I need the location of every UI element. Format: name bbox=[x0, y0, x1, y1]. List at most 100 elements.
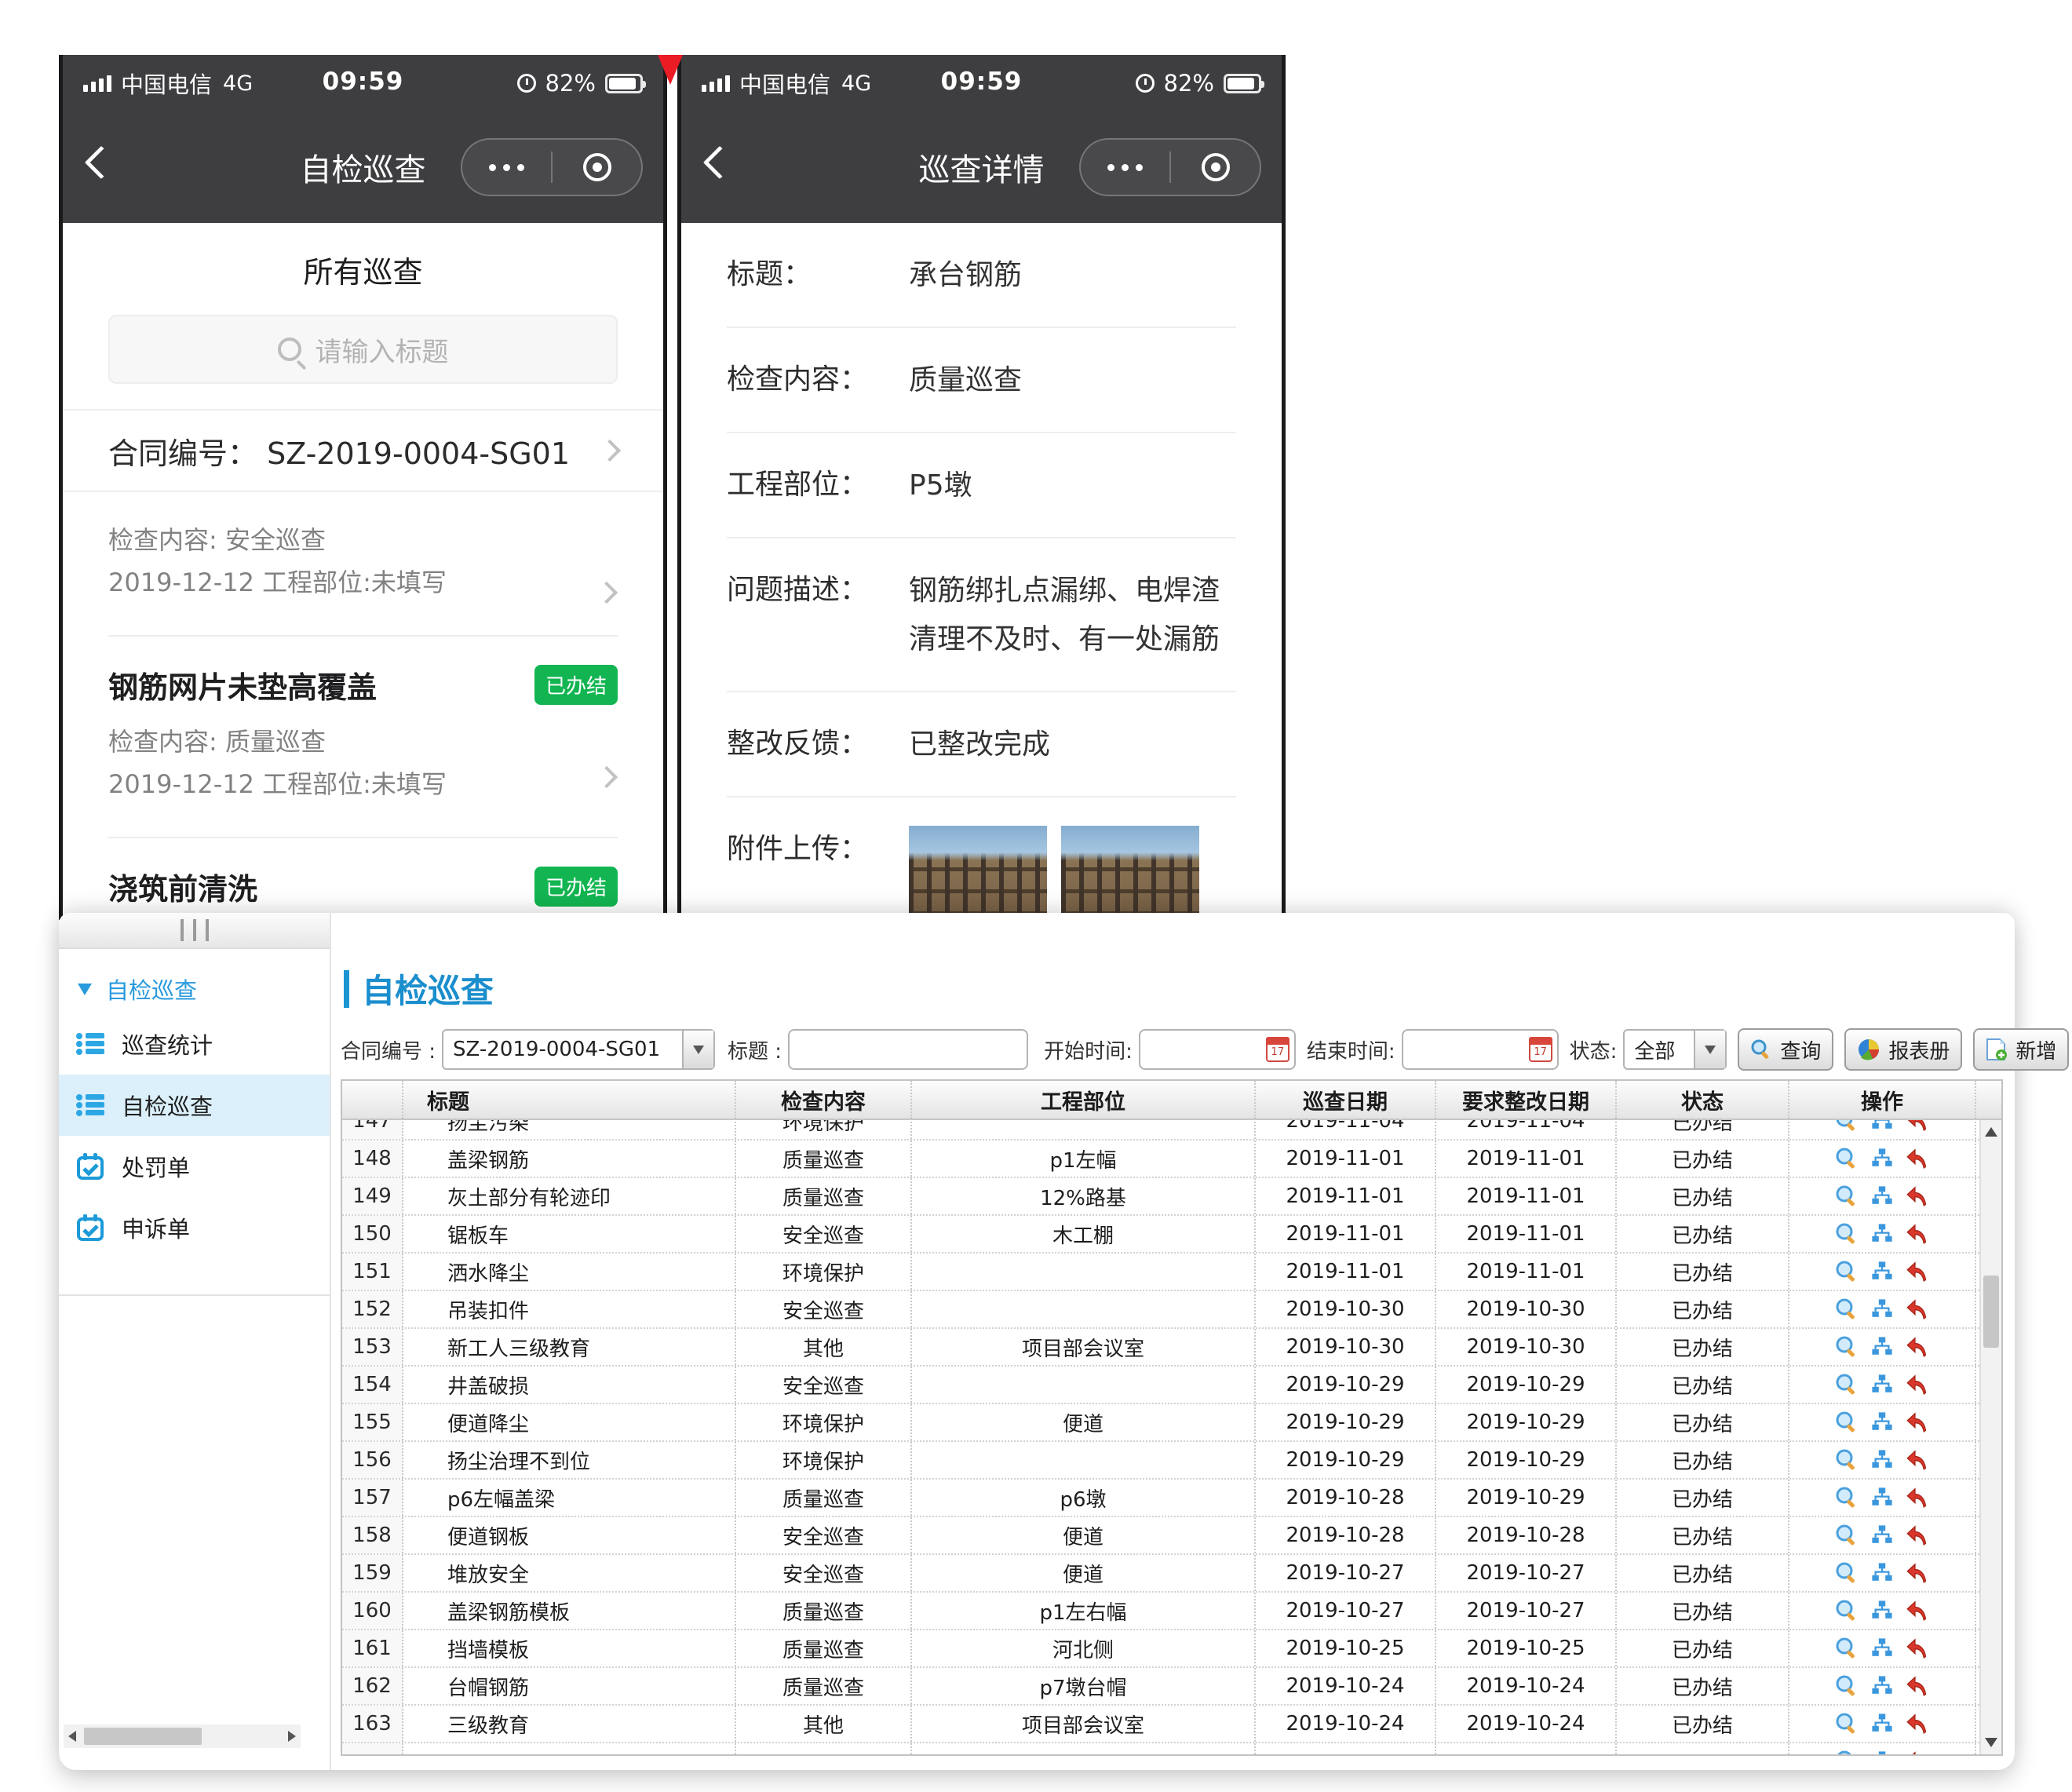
view-magnifier-icon[interactable] bbox=[1835, 1712, 1859, 1735]
phone-header: 中国电信 4G 09:59 82% 巡查详情 bbox=[681, 55, 1282, 223]
back-icon[interactable] bbox=[703, 146, 736, 179]
view-magnifier-icon[interactable] bbox=[1835, 1411, 1859, 1434]
return-arrow-icon[interactable] bbox=[1906, 1524, 1929, 1547]
scroll-down-arrow[interactable] bbox=[1981, 1731, 2001, 1754]
workflow-icon[interactable] bbox=[1871, 1449, 1893, 1471]
calendar-icon[interactable] bbox=[1529, 1037, 1552, 1062]
workflow-icon[interactable] bbox=[1871, 1411, 1893, 1433]
return-arrow-icon[interactable] bbox=[1906, 1674, 1929, 1698]
sidebar-tree-root[interactable]: 自检巡查 bbox=[59, 949, 330, 1013]
return-arrow-icon[interactable] bbox=[1906, 1411, 1929, 1434]
workflow-icon[interactable] bbox=[1871, 1374, 1893, 1396]
sidebar-item-self-inspection[interactable]: 自检巡查 bbox=[59, 1075, 330, 1136]
workflow-icon[interactable] bbox=[1871, 1562, 1893, 1584]
workflow-icon[interactable] bbox=[1871, 1713, 1893, 1735]
return-arrow-icon[interactable] bbox=[1906, 1260, 1929, 1283]
view-magnifier-icon[interactable] bbox=[1835, 1448, 1859, 1472]
view-magnifier-icon[interactable] bbox=[1835, 1120, 1859, 1133]
back-icon[interactable] bbox=[85, 146, 118, 179]
view-magnifier-icon[interactable] bbox=[1835, 1674, 1859, 1698]
contract-number-row[interactable]: 合同编号： SZ-2019-0004-SG01 bbox=[63, 409, 663, 492]
search-input[interactable]: 请输入标题 bbox=[108, 315, 618, 384]
chevron-down-icon bbox=[682, 1031, 713, 1068]
return-arrow-icon[interactable] bbox=[1906, 1486, 1929, 1509]
report-book-button[interactable]: 报表册 bbox=[1844, 1028, 1962, 1071]
close-circle-icon[interactable] bbox=[1171, 153, 1260, 181]
workflow-icon[interactable] bbox=[1871, 1148, 1893, 1170]
workflow-icon[interactable] bbox=[1871, 1675, 1893, 1697]
attachment-photo[interactable] bbox=[909, 826, 1047, 920]
calendar-icon[interactable] bbox=[1266, 1037, 1290, 1062]
workflow-icon[interactable] bbox=[1871, 1637, 1893, 1659]
scroll-right-arrow[interactable] bbox=[288, 1731, 296, 1742]
table-row: 159 堆放安全 安全巡查 便道 2019-10-27 2019-10-27 已… bbox=[342, 1555, 1979, 1593]
scrollbar-thumb[interactable] bbox=[1983, 1276, 1999, 1348]
signal-icon bbox=[83, 75, 111, 92]
return-arrow-icon[interactable] bbox=[1906, 1599, 1929, 1622]
contract-select[interactable]: SZ-2019-0004-SG01 bbox=[442, 1029, 715, 1070]
status-select[interactable]: 全部 bbox=[1623, 1029, 1727, 1070]
sidebar-resize-grip[interactable] bbox=[59, 913, 330, 949]
view-magnifier-icon[interactable] bbox=[1835, 1184, 1859, 1208]
return-arrow-icon[interactable] bbox=[1906, 1561, 1929, 1585]
view-magnifier-icon[interactable] bbox=[1835, 1561, 1859, 1585]
workflow-icon[interactable] bbox=[1871, 1600, 1893, 1622]
tree-collapse-icon bbox=[78, 984, 92, 995]
list-item[interactable]: 钢筋网片未垫高覆盖 已办结 检查内容: 质量巡查 2019-12-12 工程部位… bbox=[108, 637, 618, 838]
workflow-icon[interactable] bbox=[1871, 1298, 1893, 1320]
view-magnifier-icon[interactable] bbox=[1835, 1373, 1859, 1396]
workflow-icon[interactable] bbox=[1871, 1185, 1893, 1207]
sidebar-item-patrol-stats[interactable]: 巡查统计 bbox=[59, 1013, 330, 1075]
view-magnifier-icon[interactable] bbox=[1835, 1335, 1859, 1359]
return-arrow-icon[interactable] bbox=[1906, 1373, 1929, 1396]
sidebar-item-appeal[interactable]: 申诉单 bbox=[59, 1197, 330, 1258]
return-arrow-icon[interactable] bbox=[1906, 1297, 1929, 1321]
view-magnifier-icon[interactable] bbox=[1835, 1637, 1859, 1660]
contract-label: 合同编号 : bbox=[341, 1035, 436, 1064]
add-new-button[interactable]: 新增 bbox=[1973, 1028, 2069, 1071]
table-row: 155 便道降尘 环境保护 便道 2019-10-29 2019-10-29 已… bbox=[342, 1404, 1979, 1442]
more-menu-icon[interactable] bbox=[462, 164, 551, 171]
vertical-scrollbar[interactable] bbox=[1979, 1120, 2001, 1754]
return-arrow-icon[interactable] bbox=[1906, 1222, 1929, 1246]
scrollbar-thumb[interactable] bbox=[84, 1728, 202, 1745]
workflow-icon[interactable] bbox=[1871, 1336, 1893, 1358]
return-arrow-icon[interactable] bbox=[1906, 1637, 1929, 1660]
return-arrow-icon[interactable] bbox=[1906, 1750, 1929, 1754]
view-magnifier-icon[interactable] bbox=[1835, 1260, 1859, 1283]
more-menu-icon[interactable] bbox=[1081, 164, 1169, 171]
title-filter-input[interactable] bbox=[788, 1029, 1028, 1070]
view-magnifier-icon[interactable] bbox=[1835, 1599, 1859, 1622]
view-magnifier-icon[interactable] bbox=[1835, 1750, 1859, 1754]
list-icon bbox=[76, 1093, 104, 1117]
return-arrow-icon[interactable] bbox=[1906, 1335, 1929, 1359]
view-magnifier-icon[interactable] bbox=[1835, 1297, 1859, 1321]
sidebar-item-penalty[interactable]: 处罚单 bbox=[59, 1136, 330, 1197]
workflow-icon[interactable] bbox=[1871, 1487, 1893, 1509]
view-magnifier-icon[interactable] bbox=[1835, 1524, 1859, 1547]
workflow-icon[interactable] bbox=[1871, 1750, 1893, 1754]
col-status: 状态 bbox=[1617, 1081, 1789, 1119]
view-magnifier-icon[interactable] bbox=[1835, 1222, 1859, 1246]
scroll-up-arrow[interactable] bbox=[1981, 1120, 2001, 1144]
workflow-icon[interactable] bbox=[1871, 1261, 1893, 1283]
workflow-icon[interactable] bbox=[1871, 1223, 1893, 1245]
return-arrow-icon[interactable] bbox=[1906, 1712, 1929, 1735]
close-circle-icon[interactable] bbox=[553, 153, 641, 181]
scroll-left-arrow[interactable] bbox=[68, 1731, 76, 1742]
view-magnifier-icon[interactable] bbox=[1835, 1147, 1859, 1170]
search-button[interactable]: 查询 bbox=[1738, 1028, 1833, 1071]
table-row: 147 扬尘污染 环境保护 2019-11-04 2019-11-04 已办结 bbox=[342, 1120, 1979, 1141]
workflow-icon[interactable] bbox=[1871, 1120, 1893, 1132]
return-arrow-icon[interactable] bbox=[1906, 1184, 1929, 1208]
list-item[interactable]: 检查内容: 安全巡查 2019-12-12 工程部位:未填写 bbox=[108, 492, 618, 637]
carrier-label: 中国电信 bbox=[739, 67, 830, 100]
horizontal-scrollbar[interactable] bbox=[64, 1724, 301, 1748]
return-arrow-icon[interactable] bbox=[1906, 1147, 1929, 1170]
attachment-photo[interactable] bbox=[1061, 826, 1199, 920]
return-arrow-icon[interactable] bbox=[1906, 1120, 1929, 1133]
return-arrow-icon[interactable] bbox=[1906, 1448, 1929, 1472]
list-item[interactable]: 浇筑前清洗 已办结 检查内容: 质量巡查 2019-12-11 工程部位:未填写 bbox=[108, 838, 618, 920]
workflow-icon[interactable] bbox=[1871, 1524, 1893, 1546]
view-magnifier-icon[interactable] bbox=[1835, 1486, 1859, 1509]
